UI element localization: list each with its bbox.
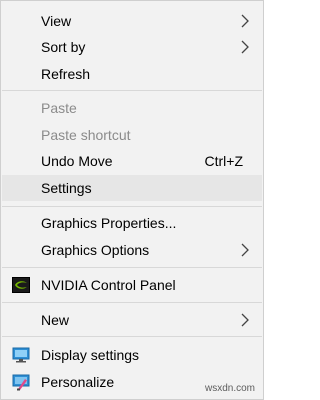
menu-item-label: Personalize [41, 374, 115, 390]
menu-separator [2, 267, 262, 268]
menu-item-undo-move[interactable]: Undo Move Ctrl+Z [2, 148, 262, 174]
menu-item-settings[interactable]: Settings [2, 175, 262, 201]
watermark-text: wsxdn.com [204, 383, 255, 394]
menu-item-label: Sort by [41, 39, 86, 55]
menu-item-label: Settings [41, 180, 92, 196]
menu-item-paste[interactable]: Paste [2, 95, 262, 121]
menu-item-new[interactable]: New [2, 307, 262, 333]
menu-item-graphics-options[interactable]: Graphics Options [2, 237, 262, 263]
chevron-right-icon [241, 40, 249, 54]
display-icon [12, 347, 30, 363]
menu-separator [2, 206, 262, 207]
menu-item-label: Paste [41, 100, 77, 116]
menu-item-sort-by[interactable]: Sort by [2, 34, 262, 60]
menu-item-display-settings[interactable]: Display settings [2, 342, 262, 368]
menu-item-label: Graphics Properties... [41, 215, 177, 231]
context-menu: View Sort by Refresh Paste Paste shortcu… [0, 0, 264, 400]
menu-item-label: New [41, 312, 70, 328]
chevron-right-icon [241, 243, 249, 257]
menu-item-label: Undo Move [41, 153, 113, 169]
menu-separator [2, 336, 262, 337]
menu-item-graphics-properties[interactable]: Graphics Properties... [2, 210, 262, 236]
menu-item-nvidia-control-panel[interactable]: NVIDIA Control Panel [2, 272, 262, 298]
menu-item-label: NVIDIA Control Panel [41, 277, 176, 293]
chevron-right-icon [241, 313, 249, 327]
menu-item-refresh[interactable]: Refresh [2, 61, 262, 87]
personalize-icon [12, 374, 30, 391]
menu-item-label: View [41, 13, 72, 29]
menu-item-label: Graphics Options [41, 242, 150, 258]
menu-separator [2, 302, 262, 303]
menu-item-label: Display settings [41, 347, 140, 363]
menu-item-view[interactable]: View [2, 8, 262, 34]
menu-item-paste-shortcut[interactable]: Paste shortcut [2, 122, 262, 148]
menu-item-label: Refresh [41, 66, 91, 82]
menu-separator [2, 90, 262, 91]
menu-item-label: Paste shortcut [41, 127, 131, 143]
nvidia-icon [12, 277, 30, 293]
menu-item-shortcut: Ctrl+Z [204, 153, 244, 169]
chevron-right-icon [241, 14, 249, 28]
